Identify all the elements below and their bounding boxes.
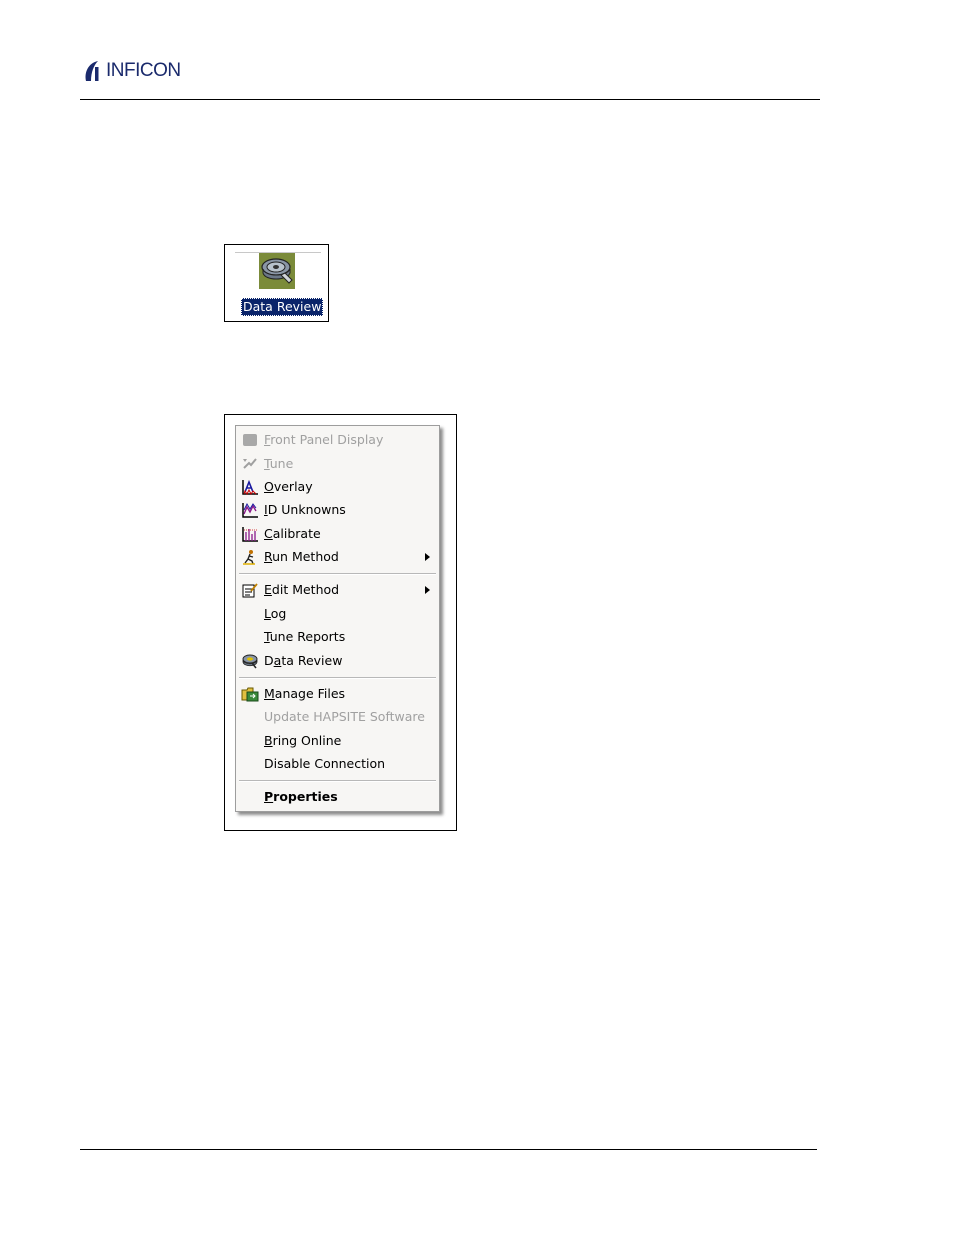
data-review-icon bbox=[242, 654, 258, 669]
overlay-icon bbox=[242, 479, 258, 495]
front-panel-icon bbox=[243, 434, 257, 446]
menu-item-log[interactable]: Log bbox=[236, 603, 439, 625]
menu-item-edit-method[interactable]: Edit Method bbox=[236, 579, 439, 601]
menu-separator bbox=[239, 780, 436, 782]
menu-separator bbox=[239, 573, 436, 575]
data-review-reel-icon[interactable] bbox=[259, 253, 295, 289]
context-menu-figure: Front Panel Display Tune Overlay ID Unkn… bbox=[224, 414, 457, 831]
inficon-logo-mark-icon bbox=[85, 61, 99, 81]
menu-item-disable-connection[interactable]: Disable Connection bbox=[236, 753, 439, 775]
inficon-logo: INFICON bbox=[82, 58, 181, 84]
menu-separator bbox=[239, 677, 436, 679]
logo-text: INFICON bbox=[106, 60, 181, 81]
id-unknowns-icon bbox=[242, 502, 258, 518]
menu-item-tune-reports[interactable]: Tune Reports bbox=[236, 626, 439, 648]
menu-item-properties[interactable]: Properties bbox=[236, 786, 439, 808]
context-menu: Front Panel Display Tune Overlay ID Unkn… bbox=[235, 425, 440, 812]
calibrate-icon bbox=[242, 527, 258, 542]
menu-item-bring-online[interactable]: Bring Online bbox=[236, 730, 439, 752]
menu-item-run-method[interactable]: Run Method bbox=[236, 546, 439, 568]
edit-method-icon bbox=[242, 583, 258, 598]
desktop-icon-figure: Data Review bbox=[224, 244, 329, 322]
menu-item-update-hapsite-software[interactable]: Update HAPSITE Software bbox=[236, 706, 439, 728]
menu-item-id-unknowns[interactable]: ID Unknowns bbox=[236, 499, 439, 521]
menu-item-data-review[interactable]: Data Review bbox=[236, 650, 439, 672]
menu-item-overlay[interactable]: Overlay bbox=[236, 476, 439, 498]
menu-item-calibrate[interactable]: Calibrate bbox=[236, 523, 439, 545]
run-method-icon bbox=[243, 550, 255, 565]
tune-icon bbox=[243, 458, 257, 469]
submenu-arrow-icon bbox=[425, 586, 430, 594]
manage-files-icon bbox=[241, 687, 259, 702]
desktop-icon-label[interactable]: Data Review bbox=[241, 298, 324, 316]
menu-item-tune[interactable]: Tune bbox=[236, 453, 439, 475]
header-rule bbox=[80, 99, 820, 100]
footer-rule bbox=[80, 1149, 817, 1150]
menu-item-front-panel-display[interactable]: Front Panel Display bbox=[236, 429, 439, 451]
submenu-arrow-icon bbox=[425, 553, 430, 561]
menu-item-manage-files[interactable]: Manage Files bbox=[236, 683, 439, 705]
